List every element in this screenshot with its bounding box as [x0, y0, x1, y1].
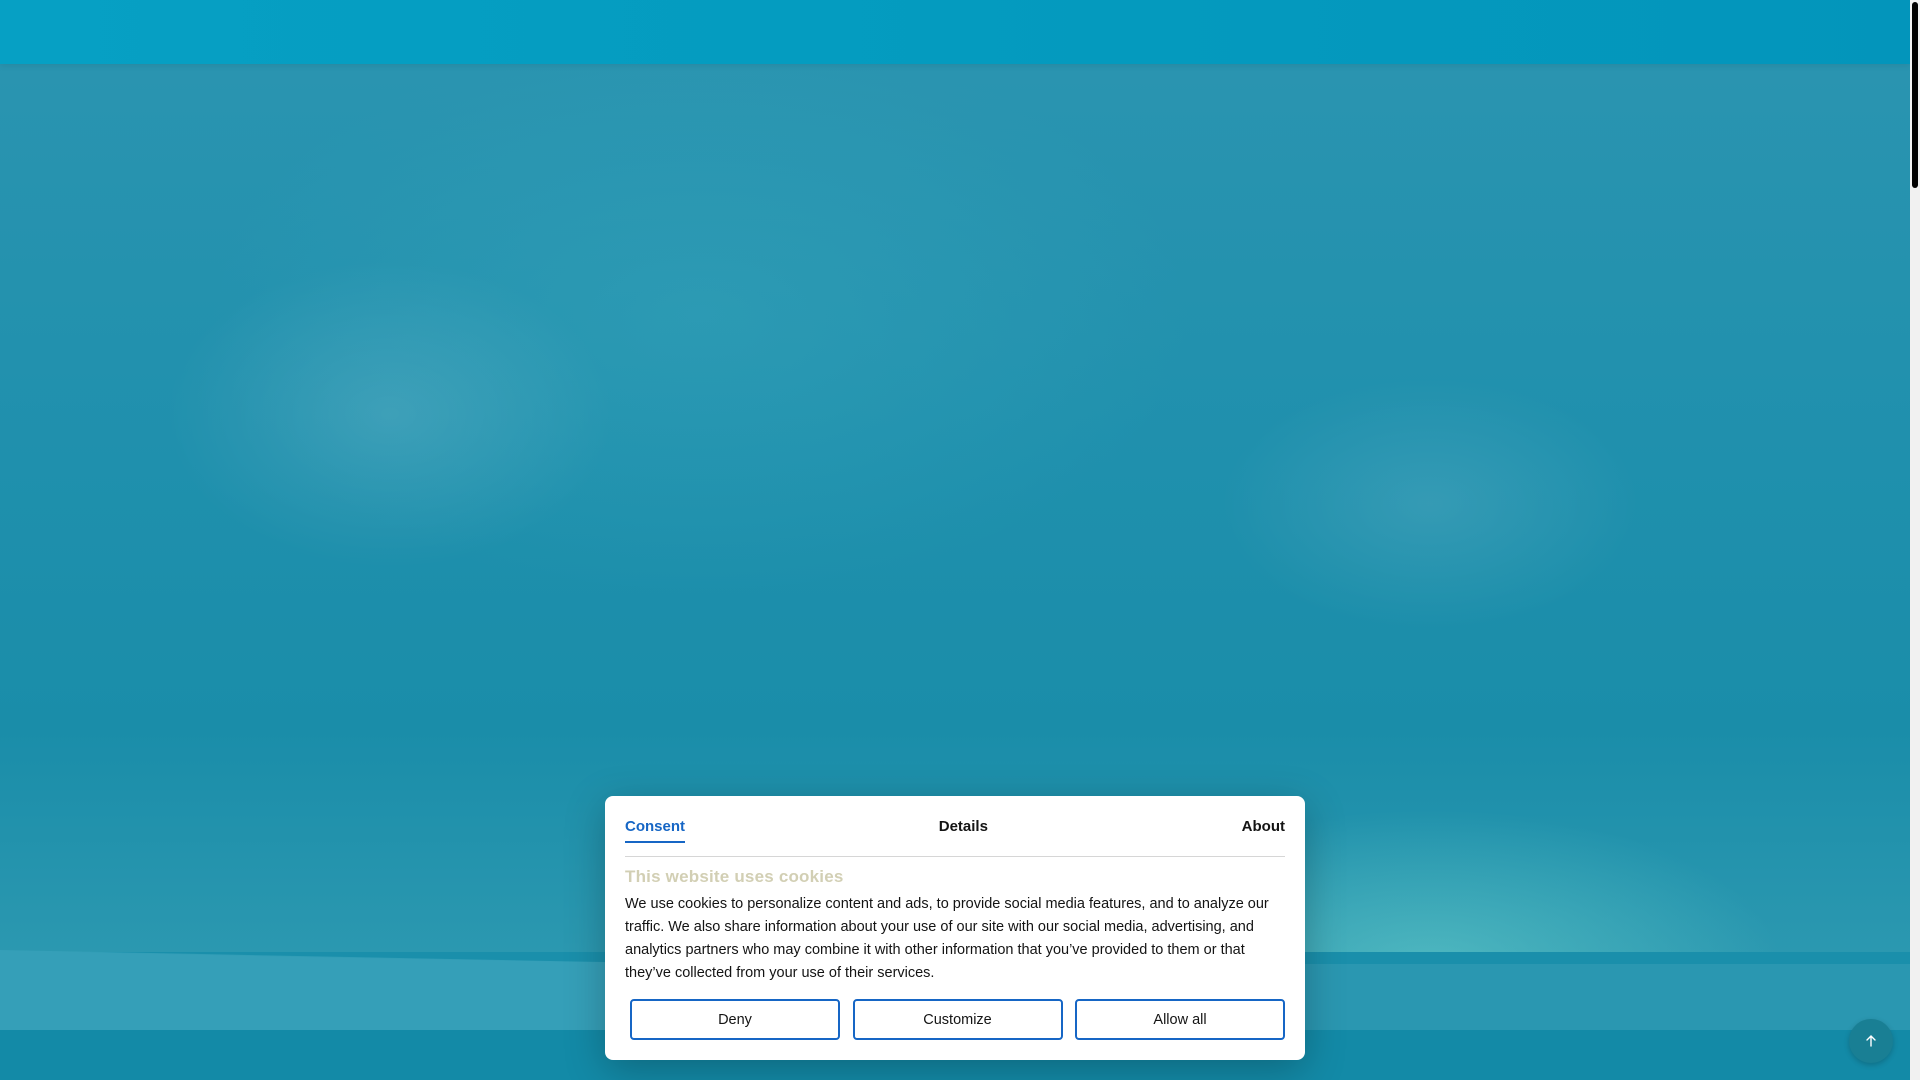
- deny-button[interactable]: Deny: [630, 999, 840, 1040]
- consent-tabs: Consent Details About: [625, 796, 1285, 857]
- cookie-consent-dialog: Consent Details About This website uses …: [605, 796, 1305, 1060]
- arrow-up-icon: [1866, 1035, 1876, 1047]
- tab-details[interactable]: Details: [939, 818, 988, 841]
- dialog-body-text: We use cookies to personalize content an…: [625, 896, 1269, 981]
- page-scrollbar[interactable]: [1910, 0, 1920, 1080]
- allow-all-button[interactable]: Allow all: [1075, 999, 1285, 1040]
- tab-about[interactable]: About: [1242, 818, 1285, 841]
- dialog-title: This website uses cookies: [625, 867, 844, 886]
- page: Consent Details About This website uses …: [0, 0, 1920, 1080]
- back-to-top-button[interactable]: [1849, 1019, 1893, 1063]
- tab-consent[interactable]: Consent: [625, 818, 685, 843]
- scrollbar-thumb[interactable]: [1912, 2, 1918, 188]
- consent-buttons: Deny Customize Allow all: [630, 999, 1285, 1040]
- customize-button[interactable]: Customize: [852, 999, 1063, 1040]
- site-header: [0, 0, 1910, 64]
